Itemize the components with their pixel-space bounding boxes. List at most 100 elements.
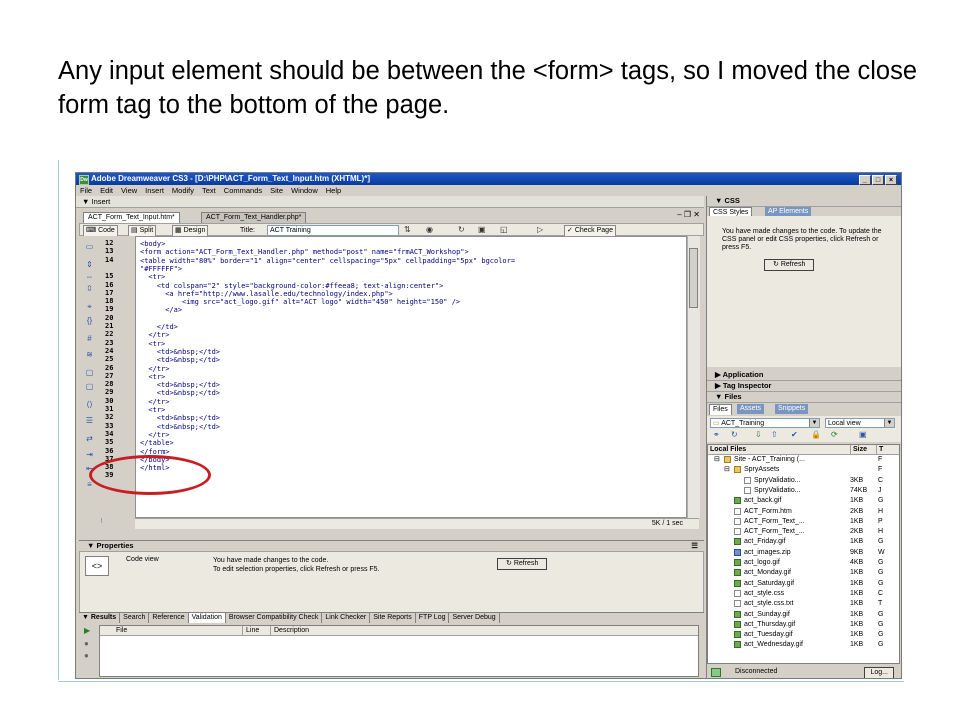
- code-line[interactable]: </table>: [140, 439, 174, 447]
- collapse-tag-icon[interactable]: ⇕: [83, 260, 96, 270]
- css-panel-header[interactable]: ▼ CSS: [707, 196, 901, 207]
- file-row[interactable]: SpryValidatio... 3KB C: [708, 476, 899, 485]
- code-vertical-scrollbar[interactable]: [687, 236, 700, 518]
- code-line[interactable]: <td>&nbsp;</td>: [157, 389, 220, 397]
- tab-browser-compatibility[interactable]: Browser Compatibility Check: [226, 613, 323, 623]
- preview-browser-icon[interactable]: ◉: [426, 225, 433, 235]
- maximize-button[interactable]: □: [872, 175, 884, 185]
- insert-bar[interactable]: ▼ Insert: [76, 196, 704, 208]
- collapse-folder-icon[interactable]: ⊟: [724, 465, 730, 474]
- tab-site-reports[interactable]: Site Reports: [370, 613, 416, 623]
- file-row[interactable]: ACT_Form.htm 2KB H: [708, 507, 899, 516]
- code-line[interactable]: </tr>: [148, 331, 169, 339]
- code-line[interactable]: <a href="http://www.lasalle.edu/technolo…: [165, 290, 393, 298]
- file-row[interactable]: act_images.zip 9KB W: [708, 548, 899, 557]
- col-description[interactable]: Description: [270, 626, 309, 635]
- site-select[interactable]: ▭ ACT_Training ▼: [710, 418, 820, 428]
- tab-link-checker[interactable]: Link Checker: [322, 613, 371, 623]
- highlight-invalid-icon[interactable]: ≋: [83, 350, 96, 360]
- menu-commands[interactable]: Commands: [220, 185, 266, 196]
- code-line[interactable]: <tr>: [148, 273, 165, 281]
- code-line[interactable]: "#FFFFFF">: [140, 265, 182, 273]
- menu-view[interactable]: View: [117, 185, 141, 196]
- recent-snippets-icon[interactable]: ☰: [83, 416, 96, 426]
- code-line[interactable]: <td>&nbsp;</td>: [157, 348, 220, 356]
- expand-all-icon[interactable]: ⇳: [83, 284, 96, 294]
- menu-file[interactable]: File: [76, 185, 96, 196]
- put-files-icon[interactable]: ⇧: [771, 430, 778, 439]
- visual-aids-icon[interactable]: ◱: [500, 225, 508, 235]
- window-titlebar[interactable]: Dw Adobe Dreamweaver CS3 - [D:\PHP\ACT_F…: [76, 173, 901, 185]
- synchronize-icon[interactable]: ⟳: [831, 430, 838, 439]
- view-options-icon[interactable]: ▣: [478, 225, 486, 235]
- code-line[interactable]: <img src="act_logo.gif" alt="ACT logo" w…: [182, 298, 460, 306]
- file-row[interactable]: ACT_Form_Text_... 1KB P: [708, 517, 899, 526]
- more-info-icon[interactable]: ●: [84, 651, 89, 660]
- tag-inspector-panel-header[interactable]: ▶ Tag Inspector: [707, 381, 901, 392]
- collapse-folder-icon[interactable]: ⊟: [714, 455, 720, 464]
- code-line[interactable]: <tr>: [148, 406, 165, 414]
- code-line[interactable]: <td>&nbsp;</td>: [157, 423, 220, 431]
- refresh-design-icon[interactable]: ↻: [458, 225, 465, 235]
- menu-insert[interactable]: Insert: [141, 185, 168, 196]
- tab-files[interactable]: Files: [709, 404, 732, 415]
- scrollbar-thumb[interactable]: [689, 248, 698, 308]
- close-button[interactable]: ×: [885, 175, 897, 185]
- move-css-icon[interactable]: ⇄: [83, 434, 96, 444]
- code-line[interactable]: <body>: [140, 240, 165, 248]
- view-select[interactable]: Local view ▼: [825, 418, 895, 428]
- col-file[interactable]: File: [116, 626, 127, 635]
- refresh-files-icon[interactable]: ↻: [731, 430, 738, 439]
- run-validation-icon[interactable]: ▶: [84, 626, 90, 635]
- file-row[interactable]: ⊟ Site - ACT_Training (... F: [708, 455, 899, 464]
- col-size[interactable]: Size: [850, 445, 867, 454]
- doc-tab-form-handler[interactable]: ACT_Form_Text_Handler.php*: [201, 212, 307, 223]
- code-line[interactable]: <table width="80%" border="1" align="cen…: [140, 257, 515, 265]
- code-line[interactable]: <td colspan="2" style="background-color:…: [157, 282, 444, 290]
- doc-close-icon[interactable]: ✕: [693, 210, 700, 219]
- tab-server-debug[interactable]: Server Debug: [449, 613, 500, 623]
- menu-site[interactable]: Site: [266, 185, 287, 196]
- tab-snippets[interactable]: Snippets: [775, 404, 809, 414]
- stop-icon[interactable]: ●: [84, 639, 89, 648]
- code-line[interactable]: </a>: [165, 306, 182, 314]
- menu-window[interactable]: Window: [287, 185, 322, 196]
- file-row[interactable]: act_Wednesday.gif 1KB G: [708, 640, 899, 649]
- css-refresh-button[interactable]: ↻ Refresh: [764, 259, 815, 271]
- col-line[interactable]: Line: [242, 626, 259, 635]
- files-panel-header[interactable]: ▼ Files: [707, 392, 901, 403]
- tab-ftp-log[interactable]: FTP Log: [416, 613, 450, 623]
- file-row[interactable]: act_Thursday.gif 1KB G: [708, 620, 899, 629]
- open-documents-icon[interactable]: ▭: [83, 242, 96, 252]
- file-row[interactable]: act_back.gif 1KB G: [708, 496, 899, 505]
- properties-refresh-button[interactable]: ↻ Refresh: [497, 558, 548, 570]
- code-line[interactable]: <td>&nbsp;</td>: [157, 414, 220, 422]
- code-line[interactable]: <form action="ACT_Form_Text_Handler.php"…: [140, 248, 469, 256]
- log-button[interactable]: Log...: [864, 667, 894, 678]
- code-line[interactable]: </td>: [157, 323, 178, 331]
- code-line[interactable]: </tr>: [148, 398, 169, 406]
- collapse-selection-icon[interactable]: ⇔: [83, 272, 96, 282]
- balance-braces-icon[interactable]: {}: [83, 316, 96, 326]
- properties-header[interactable]: ▼ Properties ☰: [79, 541, 704, 551]
- apply-comment-icon[interactable]: ▢: [83, 368, 96, 378]
- file-row[interactable]: act_Monday.gif 1KB G: [708, 568, 899, 577]
- minimize-button[interactable]: _: [859, 175, 871, 185]
- file-row[interactable]: act_logo.gif 4KB G: [708, 558, 899, 567]
- tab-assets[interactable]: Assets: [737, 404, 765, 414]
- code-editor[interactable]: <body> <form action="ACT_Form_Text_Handle…: [135, 236, 687, 518]
- file-row[interactable]: act_Tuesday.gif 1KB G: [708, 630, 899, 639]
- menu-text[interactable]: Text: [198, 185, 220, 196]
- col-local-files[interactable]: Local Files: [710, 445, 746, 454]
- connect-icon[interactable]: ⚭: [713, 430, 720, 439]
- file-row[interactable]: act_Sunday.gif 1KB G: [708, 610, 899, 619]
- file-row[interactable]: act_style.css 1KB C: [708, 589, 899, 598]
- file-row[interactable]: act_style.css.txt 1KB T: [708, 599, 899, 608]
- panel-options-icon[interactable]: ☰: [691, 541, 698, 551]
- menu-edit[interactable]: Edit: [96, 185, 117, 196]
- file-management-icon[interactable]: ⇅: [404, 225, 411, 235]
- file-row[interactable]: ⊟ SpryAssets F: [708, 465, 899, 474]
- doc-restore-icon[interactable]: ❐: [684, 210, 691, 219]
- col-type[interactable]: T: [876, 445, 883, 454]
- file-row[interactable]: ACT_Form_Text_... 2KB H: [708, 527, 899, 536]
